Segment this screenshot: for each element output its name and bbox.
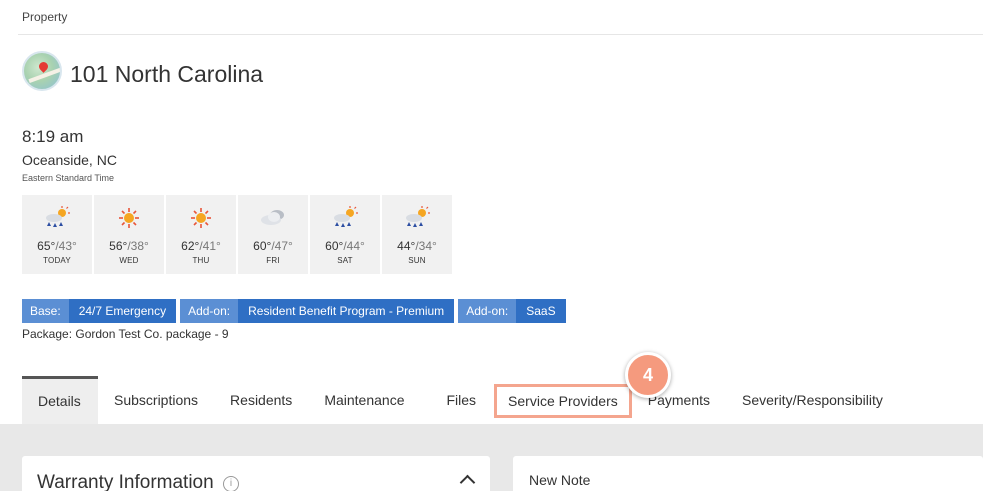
badge-key: Add-on: xyxy=(180,299,239,323)
tab-subscriptions[interactable]: Subscriptions xyxy=(98,376,214,424)
sun-icon xyxy=(119,208,139,228)
temp-low: /43° xyxy=(55,239,77,253)
info-icon[interactable]: i xyxy=(223,476,239,491)
badge-value: 24/7 Emergency xyxy=(68,299,177,323)
rain-sun-icon xyxy=(46,206,70,227)
temp-high: 56° xyxy=(109,239,128,253)
temp-low: /41° xyxy=(199,239,221,253)
forecast-day: 65°/43° TODAY xyxy=(22,195,92,274)
temp-low: /47° xyxy=(271,239,293,253)
badge-key: Base: xyxy=(22,299,69,323)
day-label: THU xyxy=(192,256,210,265)
property-tabs: Details Subscriptions Residents Maintena… xyxy=(22,376,899,424)
day-label: WED xyxy=(119,256,139,265)
warranty-title: Warranty Information xyxy=(37,472,214,491)
forecast-day: 60°/44° SAT xyxy=(310,195,380,274)
breadcrumb[interactable]: Property xyxy=(22,10,67,24)
subscription-badge: Add-on: Resident Benefit Program - Premi… xyxy=(180,299,455,323)
tab-files[interactable]: Files xyxy=(420,376,494,424)
temp-high: 60° xyxy=(253,239,272,253)
location: Oceanside, NC xyxy=(22,152,117,168)
step-marker: 4 xyxy=(625,352,671,398)
tab-residents[interactable]: Residents xyxy=(214,376,308,424)
temp-low: /34° xyxy=(415,239,437,253)
rain-sun-icon xyxy=(406,206,430,227)
forecast-day: 62°/41° THU xyxy=(166,195,236,274)
temp-high: 65° xyxy=(37,239,56,253)
subscription-badge: Base: 24/7 Emergency xyxy=(22,299,177,323)
forecast-day: 44°/34° SUN xyxy=(382,195,452,274)
badge-key: Add-on: xyxy=(458,299,517,323)
tab-service-providers[interactable]: Service Providers xyxy=(494,384,632,418)
day-label: SAT xyxy=(337,256,353,265)
day-label: TODAY xyxy=(43,256,71,265)
subscription-badges: Base: 24/7 Emergency Add-on: Resident Be… xyxy=(22,299,566,323)
note-title: New Note xyxy=(529,472,591,488)
day-label: SUN xyxy=(408,256,426,265)
temp-high: 60° xyxy=(325,239,344,253)
page-title: 101 North Carolina xyxy=(70,61,264,87)
timezone: Eastern Standard Time xyxy=(22,173,115,183)
warranty-card: Warranty Information i xyxy=(22,456,490,491)
temp-low: /44° xyxy=(343,239,365,253)
weather-forecast: 65°/43° TODAY 56°/38° WED 62°/41° THU 60… xyxy=(22,195,452,274)
package-label: Package: Gordon Test Co. package - 9 xyxy=(22,327,229,341)
rain-sun-icon xyxy=(334,206,358,227)
temp-high: 62° xyxy=(181,239,200,253)
divider xyxy=(18,34,983,35)
sun-icon xyxy=(191,208,211,228)
local-time: 8:19 am xyxy=(22,127,84,146)
chevron-up-icon[interactable] xyxy=(459,474,476,491)
temp-high: 44° xyxy=(397,239,416,253)
tab-details[interactable]: Details xyxy=(22,376,98,424)
badge-value: SaaS xyxy=(516,299,566,323)
badge-value: Resident Benefit Program - Premium xyxy=(238,299,455,323)
temp-low: /38° xyxy=(127,239,149,253)
forecast-day: 60°/47° FRI xyxy=(238,195,308,274)
tab-maintenance[interactable]: Maintenance xyxy=(308,376,420,424)
cloud-icon xyxy=(261,210,284,225)
subscription-badge: Add-on: SaaS xyxy=(458,299,566,323)
note-card: New Note xyxy=(513,456,983,491)
tab-severity-responsibility[interactable]: Severity/Responsibility xyxy=(726,376,899,424)
forecast-day: 56°/38° WED xyxy=(94,195,164,274)
day-label: FRI xyxy=(266,256,280,265)
property-map-avatar xyxy=(22,51,62,91)
